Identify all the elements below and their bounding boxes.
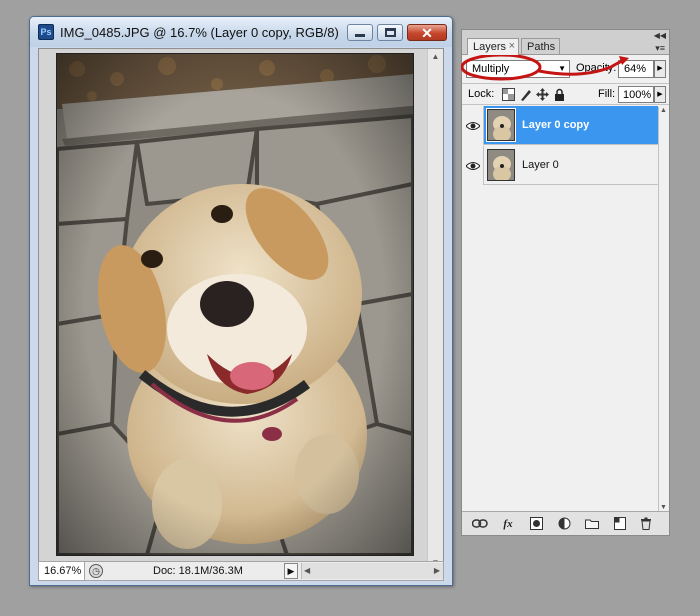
canvas-vertical-scrollbar[interactable]: ▲ ▼ <box>427 49 443 569</box>
lock-transparency-icon[interactable] <box>502 88 515 101</box>
panel-bottom-toolbar: fx <box>462 511 669 535</box>
opacity-label: Opacity: <box>576 62 617 74</box>
link-layers-icon[interactable] <box>472 516 488 531</box>
layers-panel: ◀◀ Layers × Paths ▾≡ Multiply ▼ Opacity:… <box>461 29 670 536</box>
tab-layers-label: Layers <box>473 41 507 53</box>
minimize-icon <box>355 34 365 37</box>
blend-mode-select[interactable]: Multiply ▼ <box>466 60 570 78</box>
collapse-panel-icon[interactable]: ◀◀ <box>654 31 666 40</box>
scroll-up-arrow-icon[interactable]: ▲ <box>660 107 667 114</box>
scroll-up-arrow-icon[interactable]: ▲ <box>428 49 443 63</box>
fill-label: Fill: <box>598 88 616 100</box>
close-icon: ✕ <box>421 24 433 41</box>
minimize-button[interactable] <box>347 24 373 41</box>
layers-vertical-scrollbar[interactable]: ▲ ▼ <box>658 107 669 511</box>
close-button[interactable]: ✕ <box>407 24 447 41</box>
layer-row-layer-0[interactable]: Layer 0 <box>462 146 658 185</box>
layer-name[interactable]: Layer 0 <box>522 159 559 171</box>
document-title: IMG_0485.JPG @ 16.7% (Layer 0 copy, RGB/… <box>60 25 339 40</box>
panel-header: ◀◀ Layers × Paths ▾≡ <box>462 30 669 55</box>
maximize-icon <box>384 28 396 37</box>
scroll-left-arrow-icon[interactable]: ◀ <box>304 566 310 575</box>
lock-all-icon[interactable] <box>553 88 566 101</box>
lock-row: Lock: Fill: 100% ▶ <box>462 83 669 105</box>
layer-row-layer-0-copy[interactable]: Layer 0 copy <box>462 106 658 145</box>
tab-layers[interactable]: Layers × <box>467 38 519 55</box>
blend-mode-value: Multiply <box>472 63 510 75</box>
fill-input[interactable]: 100% <box>618 86 654 103</box>
tab-paths-label: Paths <box>527 41 556 53</box>
tab-close-icon[interactable]: × <box>509 40 515 52</box>
adjustment-layer-icon[interactable] <box>556 516 572 531</box>
eye-icon <box>465 121 480 130</box>
layer-thumbnail <box>486 108 516 142</box>
status-menu-arrow-icon[interactable]: ▶ <box>284 563 298 579</box>
canvas-horizontal-scrollbar[interactable]: ◀ ▶ <box>301 563 443 579</box>
eye-icon <box>465 161 480 170</box>
new-layer-icon[interactable] <box>612 516 628 531</box>
lock-label: Lock: <box>468 88 495 100</box>
opacity-slider-arrow-icon[interactable]: ▶ <box>654 60 666 78</box>
lock-pixels-icon[interactable] <box>519 88 532 101</box>
layer-thumbnail <box>487 149 515 181</box>
fill-slider-arrow-icon[interactable]: ▶ <box>654 86 666 103</box>
document-size-info: Doc: 18.1M/36.3M <box>153 565 243 577</box>
lock-position-icon[interactable] <box>536 88 549 101</box>
document-titlebar[interactable]: Ps IMG_0485.JPG @ 16.7% (Layer 0 copy, R… <box>30 17 452 47</box>
scroll-right-arrow-icon[interactable]: ▶ <box>434 566 440 575</box>
zoom-level-field[interactable]: 16.67% <box>39 562 85 580</box>
panel-body: Multiply ▼ Opacity: 64% ▶ Lock: Fill: 10… <box>461 53 669 535</box>
canvas-area[interactable]: ▲ ▼ <box>38 48 444 576</box>
photoshop-app-icon: Ps <box>38 24 54 40</box>
tab-paths[interactable]: Paths <box>521 38 560 55</box>
visibility-toggle[interactable] <box>462 146 484 185</box>
panel-menu-icon[interactable]: ▾≡ <box>655 43 665 54</box>
dog-photo[interactable] <box>56 53 414 556</box>
status-bar: 16.67% ◷ Doc: 18.1M/36.3M ▶ ◀ ▶ <box>38 561 444 581</box>
document-window[interactable]: Ps IMG_0485.JPG @ 16.7% (Layer 0 copy, R… <box>29 16 453 586</box>
status-info-icon[interactable]: ◷ <box>89 564 103 578</box>
layer-mask-icon[interactable] <box>528 516 544 531</box>
delete-layer-icon[interactable] <box>638 516 654 531</box>
scroll-down-arrow-icon[interactable]: ▼ <box>660 504 667 511</box>
layer-name[interactable]: Layer 0 copy <box>522 119 589 131</box>
chevron-down-icon: ▼ <box>558 64 566 73</box>
layer-style-icon[interactable]: fx <box>500 516 516 531</box>
new-group-icon[interactable] <box>584 516 600 531</box>
maximize-button[interactable] <box>377 24 403 41</box>
opacity-input[interactable]: 64% <box>618 60 654 78</box>
dog-photo-image <box>57 54 413 555</box>
visibility-toggle[interactable] <box>462 106 484 145</box>
